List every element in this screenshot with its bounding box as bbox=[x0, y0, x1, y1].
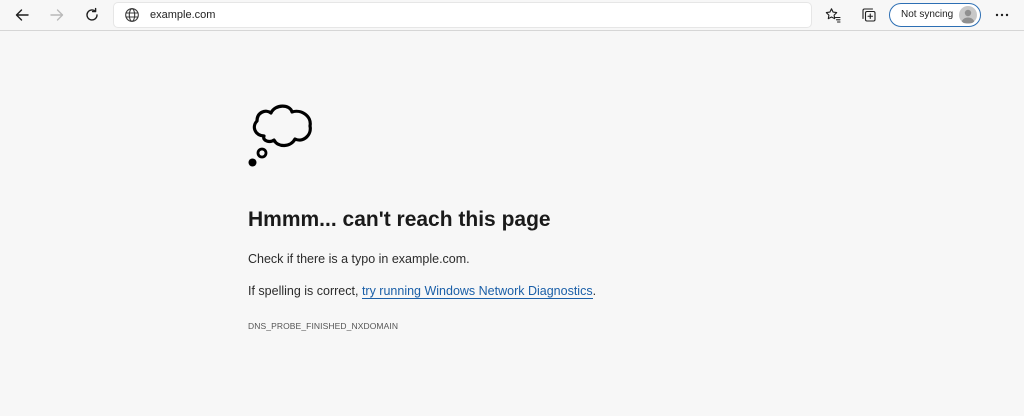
error-code: DNS_PROBE_FINISHED_NXDOMAIN bbox=[248, 321, 399, 331]
arrow-left-icon bbox=[15, 9, 29, 21]
forward-button[interactable] bbox=[43, 2, 71, 28]
collections-button[interactable] bbox=[855, 2, 883, 28]
collections-icon bbox=[862, 8, 876, 22]
profile-sync-label: Not syncing bbox=[901, 9, 954, 20]
favorites-button[interactable] bbox=[819, 2, 847, 28]
arrow-right-icon bbox=[50, 9, 64, 21]
globe-icon[interactable] bbox=[124, 7, 140, 23]
url-text[interactable]: example.com bbox=[150, 3, 215, 27]
profile-button[interactable]: Not syncing bbox=[889, 3, 981, 27]
refresh-button[interactable] bbox=[78, 2, 106, 28]
thought-bubble-icon bbox=[248, 104, 312, 167]
spelling-suffix: . bbox=[592, 284, 597, 298]
browser-toolbar: example.com Not syncing bbox=[0, 0, 1024, 31]
avatar bbox=[959, 6, 977, 24]
spelling-message: If spelling is correct, try running Wind… bbox=[248, 284, 597, 299]
address-bar[interactable]: example.com bbox=[114, 3, 811, 27]
more-options-icon bbox=[995, 13, 1009, 17]
person-icon bbox=[961, 9, 975, 23]
page-title: Hmmm... can't reach this page bbox=[248, 208, 551, 231]
network-diagnostics-link[interactable]: try running Windows Network Diagnostics bbox=[361, 284, 593, 299]
spelling-prefix: If spelling is correct, bbox=[248, 284, 362, 298]
refresh-icon bbox=[86, 7, 98, 21]
settings-menu-button[interactable] bbox=[988, 2, 1016, 28]
back-button[interactable] bbox=[8, 2, 36, 28]
typo-message: Check if there is a typo in example.com. bbox=[248, 252, 470, 266]
favorites-icon bbox=[825, 8, 841, 23]
